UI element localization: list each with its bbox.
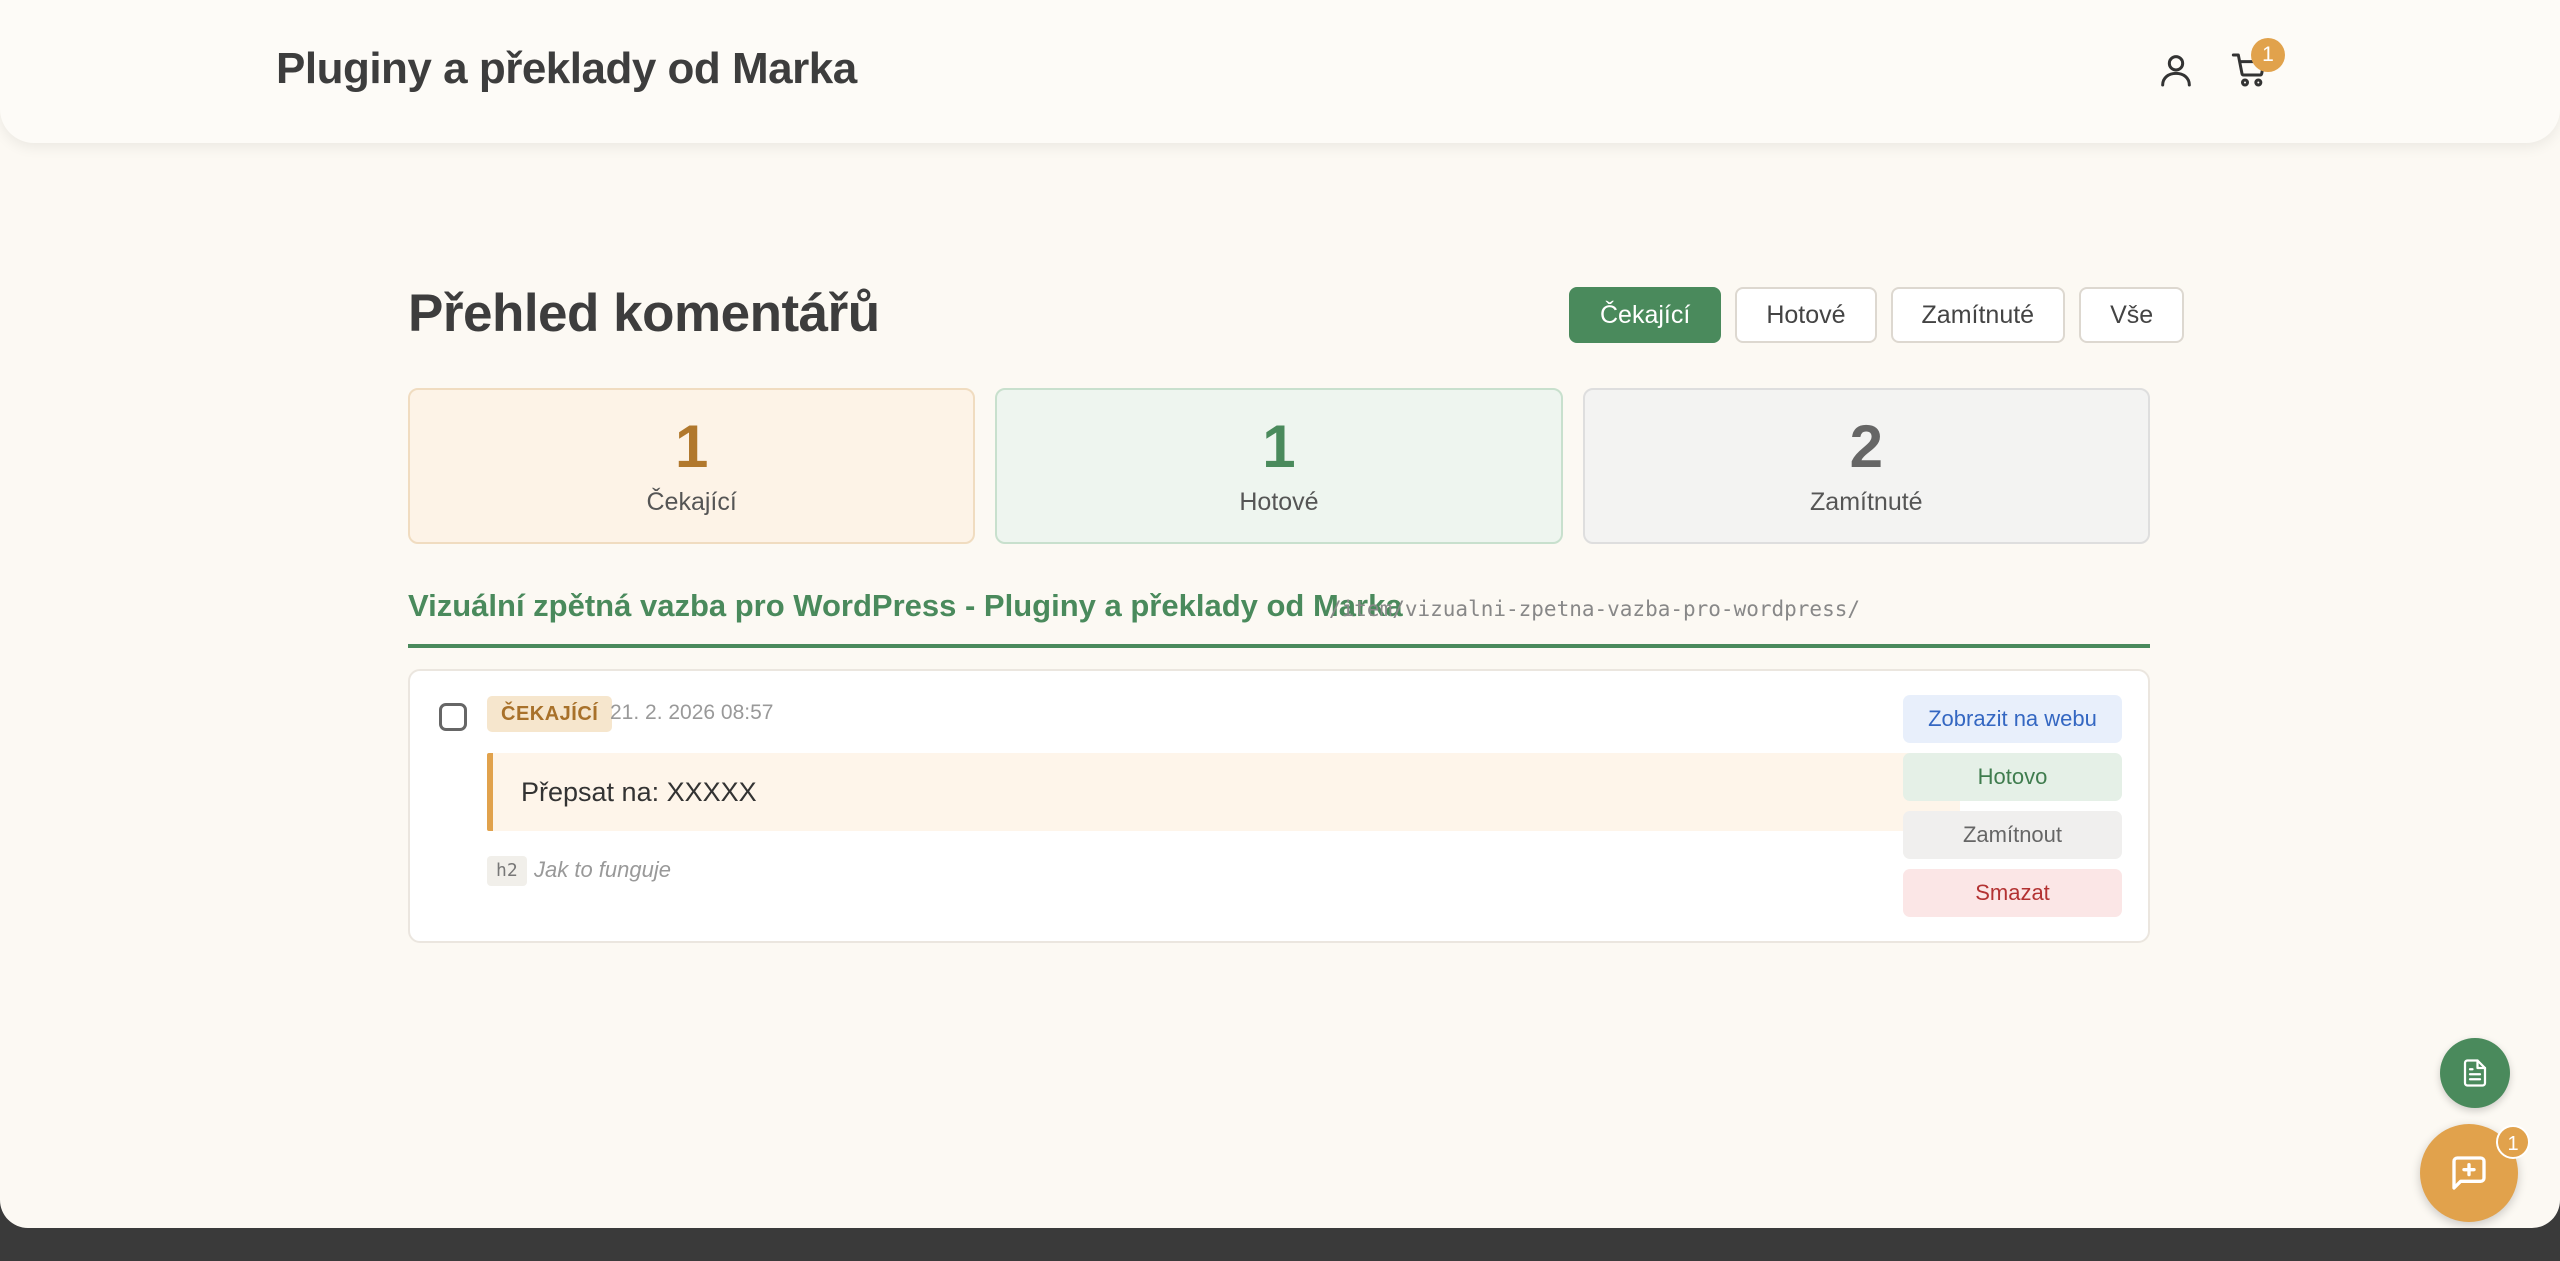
feedback-count-badge: 1 bbox=[2496, 1125, 2530, 1159]
cart-count-badge: 1 bbox=[2251, 38, 2285, 72]
status-badge: ČEKAJÍCÍ bbox=[487, 696, 613, 732]
page-group-heading: Vizuální zpětná vazba pro WordPress - Pl… bbox=[408, 586, 2150, 648]
comment-actions: Zobrazit na webu Hotovo Zamítnout Smazat bbox=[1903, 695, 2122, 927]
stat-card-done: 1 Hotové bbox=[995, 388, 1563, 544]
add-comment-icon bbox=[2452, 1156, 2486, 1190]
page-group-title-link[interactable]: Vizuální zpětná vazba pro WordPress - Pl… bbox=[408, 588, 1403, 624]
filter-done-button[interactable]: Hotové bbox=[1735, 287, 1877, 343]
filter-pending-button[interactable]: Čekající bbox=[1569, 287, 1722, 343]
comment-date: 21. 2. 2026 08:57 bbox=[610, 701, 774, 724]
comment-text: Přepsat na: XXXXX bbox=[487, 753, 1960, 831]
page-group-path: /item/vizualni-zpetna-vazba-pro-wordpres… bbox=[1329, 597, 1861, 621]
site-title[interactable]: Pluginy a překlady od Marka bbox=[276, 44, 857, 94]
comment-select-checkbox[interactable] bbox=[439, 703, 467, 731]
status-filters: Čekající Hotové Zamítnuté Vše bbox=[1569, 287, 2185, 343]
stat-label: Hotové bbox=[1239, 488, 1319, 516]
site-header: Pluginy a překlady od Marka 1 bbox=[0, 0, 2560, 143]
stats-row: 1 Čekající 1 Hotové 2 Zamítnuté bbox=[408, 388, 2150, 544]
reject-button[interactable]: Zamítnout bbox=[1903, 811, 2122, 859]
stat-value: 1 bbox=[674, 413, 709, 480]
element-text: Jak to funguje bbox=[534, 857, 671, 882]
mark-done-button[interactable]: Hotovo bbox=[1903, 753, 2122, 801]
comment-card: ČEKAJÍCÍ 21. 2. 2026 08:57 Přepsat na: X… bbox=[408, 669, 2150, 943]
stat-label: Čekající bbox=[646, 488, 737, 516]
delete-button[interactable]: Smazat bbox=[1903, 869, 2122, 917]
stat-card-pending: 1 Čekající bbox=[408, 388, 976, 544]
document-icon bbox=[2463, 1059, 2487, 1087]
user-icon[interactable] bbox=[2156, 50, 2196, 90]
document-fab-button[interactable] bbox=[2440, 1038, 2510, 1108]
filter-rejected-button[interactable]: Zamítnuté bbox=[1890, 287, 2066, 343]
stat-value: 1 bbox=[1262, 413, 1296, 480]
element-tag-badge: h2 bbox=[487, 856, 527, 886]
filter-all-button[interactable]: Vše bbox=[2079, 287, 2185, 343]
view-on-site-button[interactable]: Zobrazit na webu bbox=[1903, 695, 2122, 743]
stat-label: Zamítnuté bbox=[1810, 488, 1923, 516]
stat-card-rejected: 2 Zamítnuté bbox=[1582, 388, 2150, 544]
stat-value: 2 bbox=[1849, 413, 1883, 480]
page: Pluginy a překlady od Marka 1 Přehled ko… bbox=[0, 0, 2560, 1228]
page-title: Přehled komentářů bbox=[408, 284, 880, 343]
